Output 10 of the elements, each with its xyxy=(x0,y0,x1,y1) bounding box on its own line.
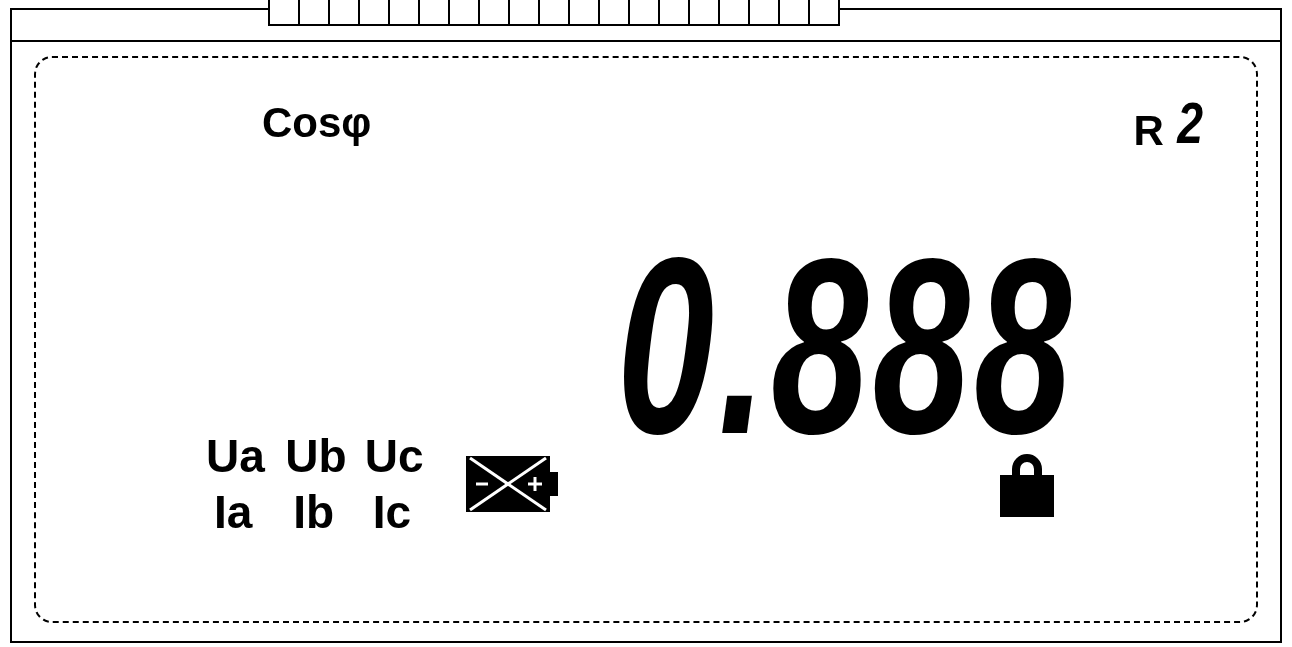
current-phase-label: Ic xyxy=(371,489,413,535)
voltage-phase-label: Ub xyxy=(285,433,347,479)
register-digit: 2 xyxy=(1176,94,1203,152)
display-title: Cosφ xyxy=(262,102,372,144)
reading-value: 0.888 xyxy=(617,247,1076,447)
register-letter: R xyxy=(1133,110,1164,152)
voltage-phase-label: Ua xyxy=(206,433,266,479)
voltage-phase-label: Uc xyxy=(364,433,425,479)
current-phase-label: Ib xyxy=(292,489,336,535)
current-phase-label: Ia xyxy=(213,489,254,535)
